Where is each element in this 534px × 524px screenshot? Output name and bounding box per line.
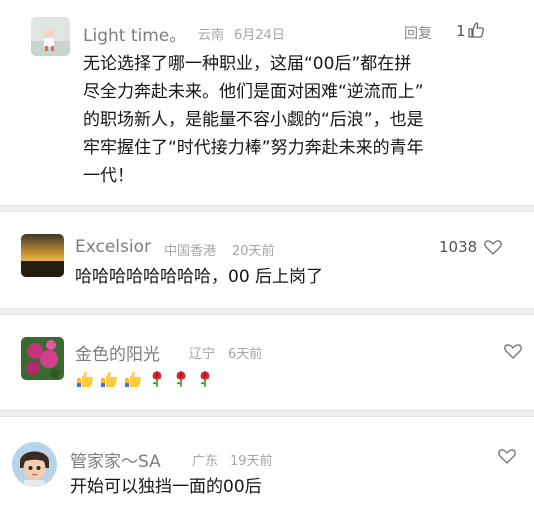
rose-icon <box>200 371 210 387</box>
like-count: 1038 <box>439 238 478 256</box>
comment-time: 19天前 <box>230 454 273 469</box>
divider <box>0 410 534 417</box>
comment-line: 无论选择了哪一种职业，这届“00后”都在拼 <box>83 54 412 74</box>
heart-icon[interactable] <box>483 238 503 256</box>
comment-line: 一代！ <box>83 166 134 186</box>
commenter-name[interactable]: 管家家～SA <box>70 447 161 472</box>
emoji-row <box>76 370 214 388</box>
thumbs-up-icon <box>101 371 117 387</box>
like-count: 1 <box>456 22 466 40</box>
heart-icon[interactable] <box>497 447 517 465</box>
rose-icon <box>176 371 186 387</box>
comment-time: 6月24日 <box>234 28 285 43</box>
comment-location: 广东 <box>192 454 219 469</box>
comment-time: 6天前 <box>228 347 263 362</box>
avatar[interactable] <box>21 234 64 277</box>
commenter-name[interactable]: Excelsior <box>75 237 151 257</box>
thumbs-up-icon[interactable] <box>467 21 485 39</box>
thumbs-up-icon <box>125 371 141 387</box>
divider <box>0 308 534 315</box>
comment-text: 开始可以独挡一面的00后 <box>70 477 262 497</box>
comment-card-1: Light time。 云南 6月24日 回复 1 无论选择了哪一种职业，这届“… <box>0 0 534 205</box>
comment-line: 的职场新人，是能量不容小觑的“后浪”，也是 <box>83 110 424 130</box>
comment-location: 中国香港 <box>164 244 217 259</box>
comment-text: 无论选择了哪一种职业，这届“00后”都在拼 尽全力奔赴未来。他们是面对困难“逆流… <box>83 50 503 190</box>
comment-text: 哈哈哈哈哈哈哈哈，00 后上岗了 <box>75 267 324 287</box>
comment-line: 尽全力奔赴未来。他们是面对困难“逆流而上” <box>83 82 424 102</box>
comment-location: 辽宁 <box>189 347 216 362</box>
rose-icon <box>152 371 162 387</box>
comment-location: 云南 <box>198 28 225 43</box>
commenter-name[interactable]: Light time。 <box>83 21 186 46</box>
comment-card-4: 管家家～SA 广东 19天前 开始可以独挡一面的00后 <box>0 417 534 524</box>
comment-time: 20天前 <box>232 244 275 259</box>
comment-card-2: Excelsior 中国香港 20天前 1038 哈哈哈哈哈哈哈哈，00 后上岗… <box>0 212 534 308</box>
comment-card-3: 金色的阳光 辽宁 6天前 <box>0 315 534 410</box>
avatar[interactable] <box>12 442 57 487</box>
avatar[interactable] <box>31 17 70 56</box>
heart-icon[interactable] <box>503 342 523 360</box>
thumbs-up-icon <box>77 371 93 387</box>
reply-button[interactable]: 回复 <box>404 23 432 43</box>
avatar[interactable] <box>21 337 64 380</box>
divider <box>0 205 534 212</box>
commenter-name[interactable]: 金色的阳光 <box>75 340 160 365</box>
comment-line: 牢牢握住了“时代接力棒”努力奔赴未来的青年 <box>83 138 424 158</box>
